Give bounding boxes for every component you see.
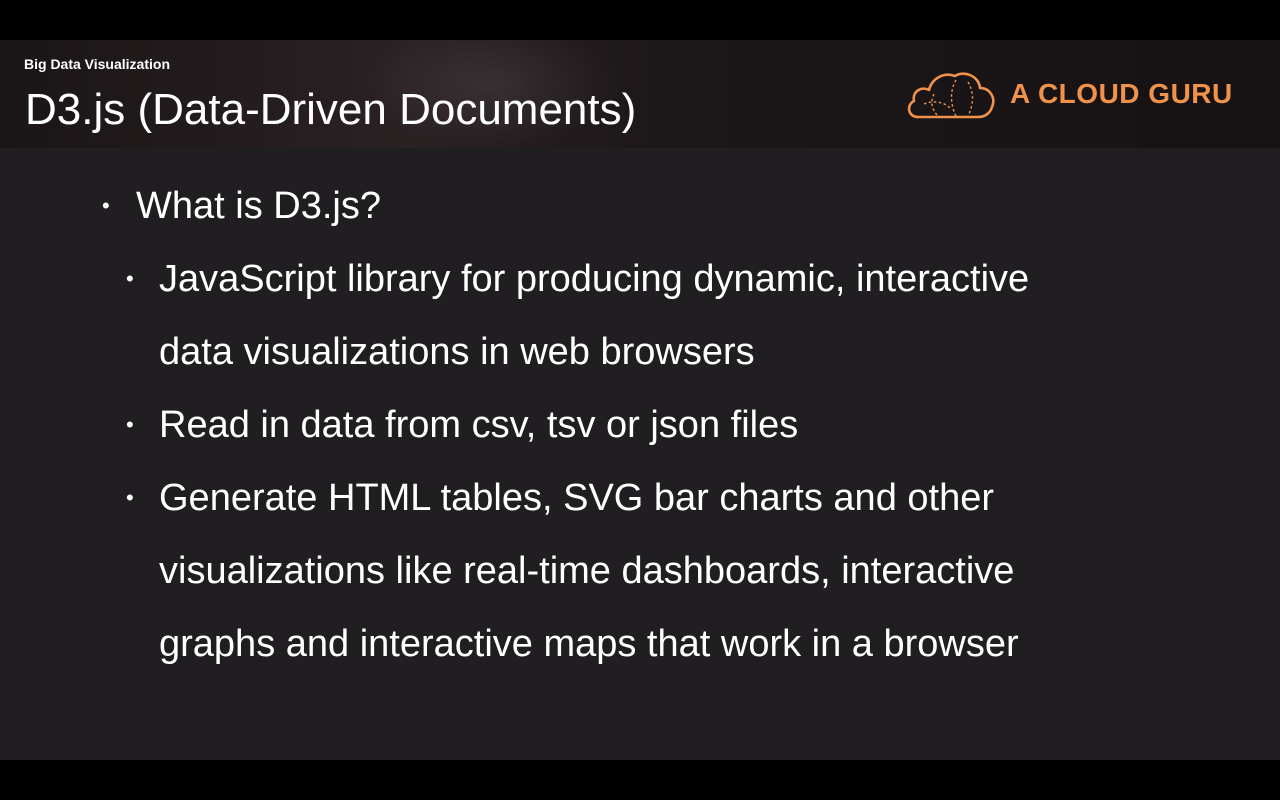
slide: Big Data Visualization D3.js (Data-Drive… [0,40,1280,760]
brand-logo: A CLOUD GURU [904,66,1233,122]
sub-bullet-line: data visualizations in web browsers [159,331,755,373]
sub-bullet-line: graphs and interactive maps that work in… [159,623,1019,665]
bullet-item: What is D3.js? [136,185,381,227]
sub-bullet-line: JavaScript library for producing dynamic… [159,258,1030,300]
sub-bullet-line: visualizations like real-time dashboards… [159,550,1015,592]
bullet-dot: • [102,193,110,218]
course-name: Big Data Visualization [24,56,170,72]
slide-content: • What is D3.js? • JavaScript library fo… [0,148,1280,760]
slide-title: D3.js (Data-Driven Documents) [25,85,637,134]
sub-bullet-dot: • [126,412,134,437]
slide-header: Big Data Visualization D3.js (Data-Drive… [0,40,1280,148]
sub-bullet-line: Generate HTML tables, SVG bar charts and… [159,477,994,519]
sub-bullet-dot: • [126,266,134,291]
sub-bullet-line: Read in data from csv, tsv or json files [159,404,799,446]
cloud-logo-icon [907,72,995,119]
logo-text: A CLOUD GURU [1010,78,1233,109]
sub-bullet-dot: • [126,485,134,510]
